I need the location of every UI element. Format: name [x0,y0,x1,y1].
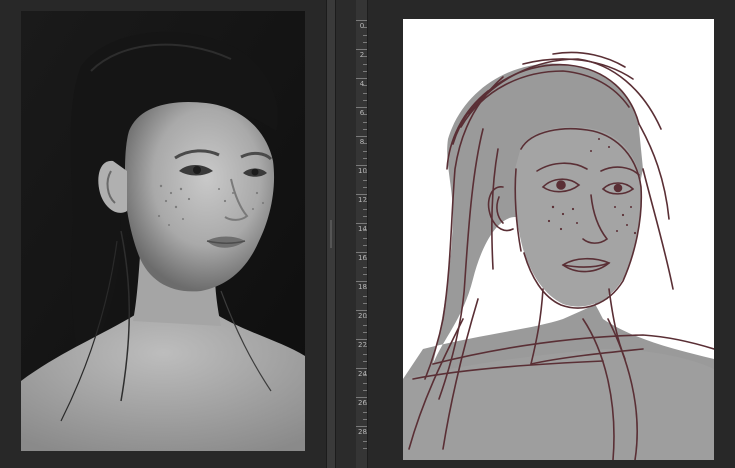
vertical-ruler[interactable]: 0 2 4 6 8 10 12 14 16 18 20 22 24 26 28 [356,0,368,468]
ruler-minor-tick [363,273,367,275]
pane-splitter[interactable] [326,0,336,468]
photo-icon [21,11,305,451]
ruler-minor-tick [363,157,367,159]
ruler-major-tick [356,426,367,427]
ruler-minor-tick [363,128,367,130]
ruler-minor-tick [363,288,367,290]
ruler-minor-tick [363,215,367,217]
sketch-canvas[interactable] [403,19,714,460]
ruler-major-tick [356,310,367,311]
ruler-minor-tick [363,230,367,232]
ruler-major-tick [356,20,367,21]
ruler-minor-tick [363,41,367,43]
ruler-minor-tick [363,143,367,145]
ruler-minor-tick [363,433,367,435]
ruler-major-tick [356,165,367,166]
ruler-minor-tick [363,360,367,362]
ruler-minor-tick [363,70,367,72]
ruler-minor-tick [363,418,367,420]
ruler-major-tick [356,194,367,195]
ruler-minor-tick [363,179,367,181]
ruler-minor-tick [363,266,367,268]
ruler-minor-tick [363,447,367,449]
ruler-minor-tick [363,404,367,406]
ruler-minor-tick [363,85,367,87]
ruler-major-tick [356,107,367,108]
ruler-minor-tick [363,324,367,326]
ruler-minor-tick [363,295,367,297]
ruler-minor-tick [363,150,367,152]
ruler-minor-tick [363,353,367,355]
ruler-major-tick [356,136,367,137]
ruler-minor-tick [363,121,367,123]
splitter-grip[interactable] [330,220,332,248]
sketch-icon [403,51,714,460]
photo-editor-workspace: 0 2 4 6 8 10 12 14 16 18 20 22 24 26 28 [0,0,735,468]
ruler-minor-tick [363,389,367,391]
ruler-minor-tick [363,201,367,203]
ruler-minor-tick [363,27,367,29]
ruler-minor-tick [363,411,367,413]
pane-gap [336,0,356,468]
ruler-minor-tick [363,63,367,65]
ruler-minor-tick [363,375,367,377]
ruler-minor-tick [363,34,367,36]
ruler-minor-tick [363,440,367,442]
ruler-minor-tick [363,382,367,384]
ruler-minor-tick [363,302,367,304]
ruler-major-tick [356,397,367,398]
ruler-major-tick [356,339,367,340]
ruler-minor-tick [363,244,367,246]
ruler-minor-tick [363,331,367,333]
ruler-minor-tick [363,208,367,210]
ruler-minor-tick [363,317,367,319]
right-document-pane[interactable] [368,0,735,468]
ruler-minor-tick [363,92,367,94]
ruler-minor-tick [363,99,367,101]
ruler-minor-tick [363,259,367,261]
left-document-pane[interactable] [0,0,326,468]
ruler-minor-tick [363,172,367,174]
ruler-major-tick [356,223,367,224]
ruler-minor-tick [363,346,367,348]
ruler-minor-tick [363,56,367,58]
ruler-major-tick [356,252,367,253]
ruler-major-tick [356,78,367,79]
reference-photo-canvas[interactable] [21,11,305,451]
ruler-major-tick [356,49,367,50]
ruler-minor-tick [363,237,367,239]
ruler-major-tick [356,281,367,282]
ruler-major-tick [356,368,367,369]
ruler-minor-tick [363,186,367,188]
ruler-minor-tick [363,114,367,116]
